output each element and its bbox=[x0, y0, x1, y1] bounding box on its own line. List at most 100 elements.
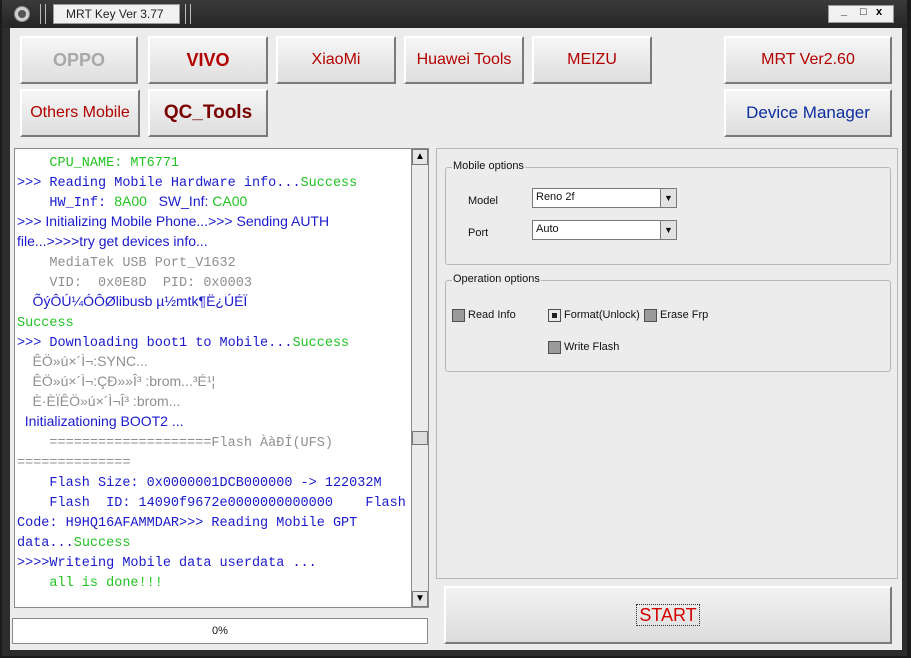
log-segment: Success bbox=[300, 176, 358, 191]
port-select[interactable]: Auto ▼ bbox=[532, 220, 677, 240]
log-line: ============== bbox=[17, 451, 409, 471]
log-segment: Flash Size: 0x0000001DCB000000 -> 122032… bbox=[17, 476, 382, 491]
others-mobile-button[interactable]: Others Mobile bbox=[20, 89, 140, 137]
operation-options-group: Operation options Read Info Format(Unloc… bbox=[445, 273, 891, 372]
model-select[interactable]: Reno 2f ▼ bbox=[532, 188, 677, 208]
log-segment: MediaTek USB Port_V1632 bbox=[17, 256, 236, 271]
app-logo-icon[interactable] bbox=[14, 6, 30, 22]
log-segment: VID: 0x0E8D PID: 0x0003 bbox=[17, 276, 252, 291]
device-manager-button[interactable]: Device Manager bbox=[724, 89, 892, 137]
log-line: Success bbox=[17, 311, 409, 331]
log-segment: 8A00 bbox=[114, 193, 147, 209]
window-controls: _ □ x bbox=[828, 5, 894, 23]
log-segment: Success bbox=[73, 536, 131, 551]
log-line: ====================Flash ÀàÐÍ(UFS) bbox=[17, 431, 409, 451]
log-segment: ====================Flash ÀàÐÍ(UFS) bbox=[17, 436, 333, 451]
log-line: Code: H9HQ16AFAMMDAR>>> Reading Mobile G… bbox=[17, 511, 409, 531]
progress-bar: 0% bbox=[12, 618, 428, 644]
log-line: Initializationing BOOT2 ... bbox=[17, 411, 409, 431]
log-segment: >>> Downloading boot1 to Mobile... bbox=[17, 336, 293, 351]
mrt-version-button[interactable]: MRT Ver2.60 bbox=[724, 36, 892, 84]
options-panel: Mobile options Model Reno 2f ▼ Port Auto… bbox=[436, 148, 898, 579]
port-value: Auto bbox=[536, 223, 559, 235]
log-segment: È·ÈÏÊÖ»ú×´Ì¬Î³ :brom... bbox=[17, 393, 181, 409]
log-line: ÕýÔÚ¼ÓÔØlibusb µ½mtk¶Ë¿ÚÉÏ bbox=[17, 291, 409, 311]
log-segment: ============== bbox=[17, 456, 131, 471]
log-scrollbar[interactable]: ▲ ▼ bbox=[411, 148, 429, 608]
app-window: MRT Key Ver 3.77 _ □ x OPPO VIVO XiaoMi … bbox=[2, 0, 907, 656]
log-segment: Success bbox=[17, 316, 74, 331]
client-area: OPPO VIVO XiaoMi Huawei Tools MEIZU MRT … bbox=[10, 28, 902, 650]
log-segment: >>>>Writeing Mobile data userdata ... bbox=[17, 556, 317, 571]
log-line: all is done!!! bbox=[17, 571, 409, 591]
log-segment: ÊÖ»ú×´Ì¬:SYNC... bbox=[17, 353, 148, 369]
title-separator bbox=[40, 4, 46, 24]
mobile-options-label: Mobile options bbox=[452, 160, 525, 172]
log-segment: data... bbox=[17, 536, 74, 551]
checkbox-icon bbox=[452, 309, 465, 322]
log-segment: Code: H9HQ16AFAMMDAR>>> Reading Mobile G… bbox=[17, 516, 358, 531]
model-value: Reno 2f bbox=[536, 191, 575, 203]
oppo-button[interactable]: OPPO bbox=[20, 36, 138, 84]
log-segment: Success bbox=[292, 336, 350, 351]
port-label: Port bbox=[468, 227, 489, 239]
huawei-tools-button[interactable]: Huawei Tools bbox=[404, 36, 524, 84]
log-line: >>> Reading Mobile Hardware info...Succe… bbox=[17, 171, 409, 191]
log-line: HW_Inf: 8A00 SW_Inf: CA00 bbox=[17, 191, 409, 211]
window-title: MRT Key Ver 3.77 bbox=[53, 4, 180, 24]
title-bar: MRT Key Ver 3.77 _ □ x bbox=[2, 0, 907, 28]
log-line: Flash ID: 14090f9672e0000000000000 Flash bbox=[17, 491, 409, 511]
checkbox-checked-icon bbox=[548, 309, 561, 322]
write-flash-label: Write Flash bbox=[564, 341, 620, 353]
erase-frp-label: Erase Frp bbox=[660, 309, 709, 321]
title-separator bbox=[185, 4, 191, 24]
log-line: ÊÖ»ú×´Ì¬:SYNC... bbox=[17, 351, 409, 371]
xiaomi-button[interactable]: XiaoMi bbox=[276, 36, 396, 84]
log-line: CPU_NAME: MT6771 bbox=[17, 151, 409, 171]
read-info-label: Read Info bbox=[468, 309, 516, 321]
qc-tools-button[interactable]: QC_Tools bbox=[148, 89, 268, 137]
log-line: data...Success bbox=[17, 531, 409, 551]
meizu-button[interactable]: MEIZU bbox=[532, 36, 652, 84]
log-segment: >>> Initializing Mobile Phone...>>> Send… bbox=[17, 213, 330, 229]
chevron-down-icon[interactable]: ▼ bbox=[660, 221, 676, 239]
log-segment: all is done!!! bbox=[17, 576, 163, 591]
checkbox-icon bbox=[644, 309, 657, 322]
model-label: Model bbox=[468, 195, 498, 207]
log-line: ÊÖ»ú×´Ì¬:ÇÐ»»Î³ :brom...³É¹¦ bbox=[17, 371, 409, 391]
operation-options-label: Operation options bbox=[452, 273, 541, 285]
scroll-down-icon[interactable]: ▼ bbox=[412, 591, 428, 607]
log-segment: ÕýÔÚ¼ÓÔØlibusb µ½mtk¶Ë¿ÚÉÏ bbox=[17, 293, 248, 309]
log-segment: file...>>>>try get devices info... bbox=[17, 233, 208, 249]
vivo-button[interactable]: VIVO bbox=[148, 36, 268, 84]
log-segment: CA00 bbox=[212, 193, 248, 209]
log-line: >>> Downloading boot1 to Mobile...Succes… bbox=[17, 331, 409, 351]
scroll-up-icon[interactable]: ▲ bbox=[412, 149, 428, 165]
log-segment: Initializationing BOOT2 ... bbox=[17, 413, 184, 429]
log-line: >>> Initializing Mobile Phone...>>> Send… bbox=[17, 211, 409, 231]
log-line: Flash Size: 0x0000001DCB000000 -> 122032… bbox=[17, 471, 409, 491]
format-unlock-label: Format(Unlock) bbox=[564, 309, 640, 321]
start-label: START bbox=[636, 604, 700, 626]
maximize-button[interactable]: □ bbox=[860, 6, 867, 18]
log-segment: >>> Reading Mobile Hardware info... bbox=[17, 176, 301, 191]
log-line: È·ÈÏÊÖ»ú×´Ì¬Î³ :brom... bbox=[17, 391, 409, 411]
checkbox-icon bbox=[548, 341, 561, 354]
log-line: MediaTek USB Port_V1632 bbox=[17, 251, 409, 271]
minimize-button[interactable]: _ bbox=[841, 5, 847, 17]
log-line: >>>>Writeing Mobile data userdata ... bbox=[17, 551, 409, 571]
log-segment: ÊÖ»ú×´Ì¬:ÇÐ»»Î³ :brom...³É¹¦ bbox=[17, 373, 216, 389]
log-text: CPU_NAME: MT6771 >>> Reading Mobile Hardw… bbox=[17, 151, 409, 591]
log-segment: SW_Inf: bbox=[146, 193, 213, 209]
start-button[interactable]: START bbox=[444, 586, 892, 644]
log-segment: Flash ID: 14090f9672e0000000000000 Flash bbox=[17, 496, 406, 511]
mobile-options-group: Mobile options Model Reno 2f ▼ Port Auto… bbox=[445, 160, 891, 265]
log-segment: CPU_NAME: MT6771 bbox=[17, 156, 180, 171]
scroll-thumb[interactable] bbox=[412, 431, 428, 445]
log-line: file...>>>>try get devices info... bbox=[17, 231, 409, 251]
log-segment: HW_Inf: bbox=[17, 196, 115, 211]
close-button[interactable]: x bbox=[876, 6, 882, 18]
log-line: VID: 0x0E8D PID: 0x0003 bbox=[17, 271, 409, 291]
log-output[interactable]: CPU_NAME: MT6771 >>> Reading Mobile Hardw… bbox=[14, 148, 412, 608]
chevron-down-icon[interactable]: ▼ bbox=[660, 189, 676, 207]
